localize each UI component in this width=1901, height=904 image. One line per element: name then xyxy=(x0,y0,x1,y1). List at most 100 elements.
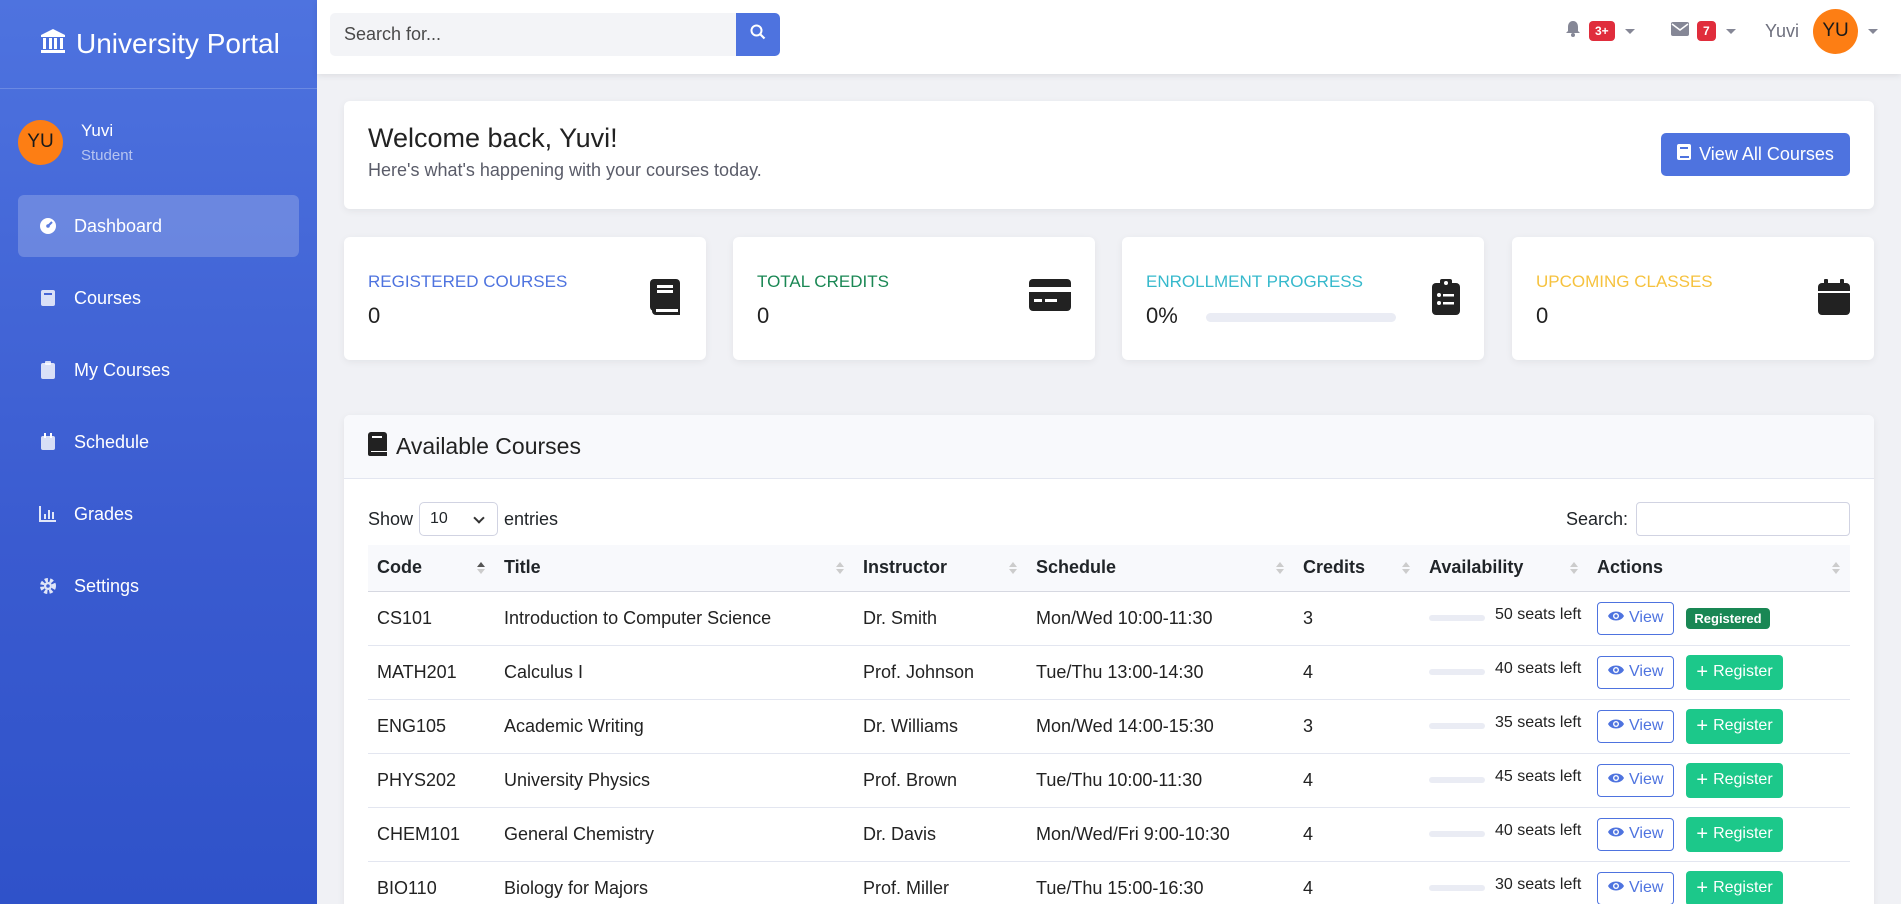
chevron-down-icon xyxy=(1868,28,1879,34)
availability-text: 45 seats left xyxy=(1495,768,1582,785)
register-button[interactable]: + Register xyxy=(1686,870,1783,904)
plus-icon: + xyxy=(1696,769,1709,791)
table-row: MATH201 Calculus I Prof. Johnson Tue/Thu 13… xyxy=(368,645,1850,700)
brand[interactable]: University Portal xyxy=(0,0,317,89)
plus-icon: + xyxy=(1696,715,1709,737)
table-row: CS101 Introduction to Computer Science Dr.… xyxy=(368,591,1850,646)
register-button[interactable]: + Register xyxy=(1686,708,1783,744)
column-header-schedule[interactable]: Schedule xyxy=(1027,545,1294,592)
sidebar-item-label: Courses xyxy=(74,287,142,308)
eye-icon xyxy=(1608,609,1629,627)
search-input[interactable] xyxy=(330,13,736,56)
column-header-actions[interactable]: Actions xyxy=(1588,545,1850,592)
column-header-code[interactable]: Code xyxy=(368,545,495,592)
table-search-input[interactable] xyxy=(1636,502,1850,536)
eye-icon xyxy=(1608,717,1629,735)
messages-dropdown[interactable]: 7 xyxy=(1671,0,1736,62)
show-label: Show xyxy=(368,508,414,529)
welcome-title: Welcome back, Yuvi! xyxy=(368,123,618,153)
calendar-icon xyxy=(1818,279,1850,320)
credit-card-icon xyxy=(1029,279,1071,316)
calendar-icon xyxy=(38,432,58,452)
book-icon xyxy=(1677,144,1699,165)
availability-text: 50 seats left xyxy=(1495,606,1582,623)
gear-icon xyxy=(38,576,58,596)
view-button[interactable]: View xyxy=(1597,763,1675,797)
welcome-card: Welcome back, Yuvi! Here's what's happen… xyxy=(344,101,1874,209)
cell-code: CS101 xyxy=(368,591,495,646)
alerts-badge: 3+ xyxy=(1589,21,1615,41)
cell-credits: 4 xyxy=(1294,861,1420,904)
sidebar-item-grades[interactable]: Grades xyxy=(18,483,299,545)
cell-instructor: Dr. Williams xyxy=(854,699,1027,754)
sidebar-item-dashboard[interactable]: Dashboard xyxy=(18,195,299,257)
sidebar-item-my-courses[interactable]: My Courses xyxy=(18,339,299,401)
gauge-icon xyxy=(38,216,58,236)
view-button[interactable]: View xyxy=(1597,817,1675,851)
plus-icon: + xyxy=(1696,823,1709,845)
sidebar-item-label: Grades xyxy=(74,503,134,524)
sidebar-item-label: Schedule xyxy=(74,431,150,452)
table-controls: Show 10 entries Search: xyxy=(368,502,1850,536)
view-button[interactable]: View xyxy=(1597,709,1675,743)
cell-actions: View + Register xyxy=(1588,807,1850,862)
entries-label: entries xyxy=(504,508,559,529)
view-label: View xyxy=(1629,717,1664,734)
sidebar-item-courses[interactable]: Courses xyxy=(18,267,299,329)
registered-badge: Registered xyxy=(1686,607,1770,629)
register-button[interactable]: + Register xyxy=(1686,654,1783,690)
cell-schedule: Tue/Thu 15:00-16:30 xyxy=(1027,861,1294,904)
column-header-credits[interactable]: Credits xyxy=(1294,545,1420,592)
topbar-search xyxy=(330,13,780,56)
availability-bar xyxy=(1429,885,1485,891)
register-label: Register xyxy=(1713,879,1773,896)
search-icon xyxy=(750,24,766,45)
chevron-down-icon xyxy=(1624,28,1635,34)
stat-label: Enrollment Progress xyxy=(1146,272,1363,291)
brand-title: University Portal xyxy=(76,28,280,59)
cell-instructor: Prof. Johnson xyxy=(854,645,1027,700)
eye-icon xyxy=(1608,879,1629,897)
topbar-user-name: Yuvi xyxy=(1765,20,1800,41)
column-header-title[interactable]: Title xyxy=(495,545,854,592)
sidebar-item-schedule[interactable]: Schedule xyxy=(18,411,299,473)
view-label: View xyxy=(1629,879,1664,896)
plus-icon: + xyxy=(1696,877,1709,899)
view-label: View xyxy=(1629,663,1664,680)
sidebar-item-label: My Courses xyxy=(74,359,171,380)
stat-enrollment-progress: Enrollment Progress 0% xyxy=(1122,237,1484,360)
availability-bar xyxy=(1429,777,1485,783)
alerts-dropdown[interactable]: 3+ xyxy=(1565,0,1635,62)
view-button[interactable]: View xyxy=(1597,601,1675,635)
view-all-courses-button[interactable]: View All Courses xyxy=(1661,133,1850,176)
register-button[interactable]: + Register xyxy=(1686,816,1783,852)
view-button[interactable]: View xyxy=(1597,871,1675,904)
register-label: Register xyxy=(1713,825,1773,842)
cell-title: Academic Writing xyxy=(495,699,854,754)
university-icon xyxy=(40,28,76,61)
view-button[interactable]: View xyxy=(1597,655,1675,689)
welcome-subtitle: Here's what's happening with your course… xyxy=(368,160,762,180)
cell-availability: 50 seats left xyxy=(1420,591,1588,646)
stat-value: 0% xyxy=(1146,303,1178,328)
cell-schedule: Mon/Wed/Fri 9:00-10:30 xyxy=(1027,807,1294,862)
entries-select[interactable]: 10 xyxy=(419,502,499,536)
sidebar-item-settings[interactable]: Settings xyxy=(18,555,299,617)
view-label: View xyxy=(1629,609,1664,626)
column-header-availability[interactable]: Availability xyxy=(1420,545,1588,592)
search-button[interactable] xyxy=(736,13,780,56)
availability-bar xyxy=(1429,615,1485,621)
courses-title: Available Courses xyxy=(396,433,581,459)
view-label: View xyxy=(1629,825,1664,842)
user-dropdown[interactable]: Yuvi YU xyxy=(1765,0,1879,62)
table-row: ENG105 Academic Writing Dr. Williams Mon/We… xyxy=(368,699,1850,754)
cell-availability: 45 seats left xyxy=(1420,753,1588,808)
chart-icon xyxy=(38,504,58,524)
column-header-instructor[interactable]: Instructor xyxy=(854,545,1027,592)
cell-actions: View + Register xyxy=(1588,699,1850,754)
clipboard-list-icon xyxy=(1432,279,1460,320)
courses-table: Code Title Instructor Schedule Credits A… xyxy=(368,545,1850,904)
avatar: YU xyxy=(1813,8,1859,54)
register-button[interactable]: + Register xyxy=(1686,762,1783,798)
availability-bar xyxy=(1429,723,1485,729)
